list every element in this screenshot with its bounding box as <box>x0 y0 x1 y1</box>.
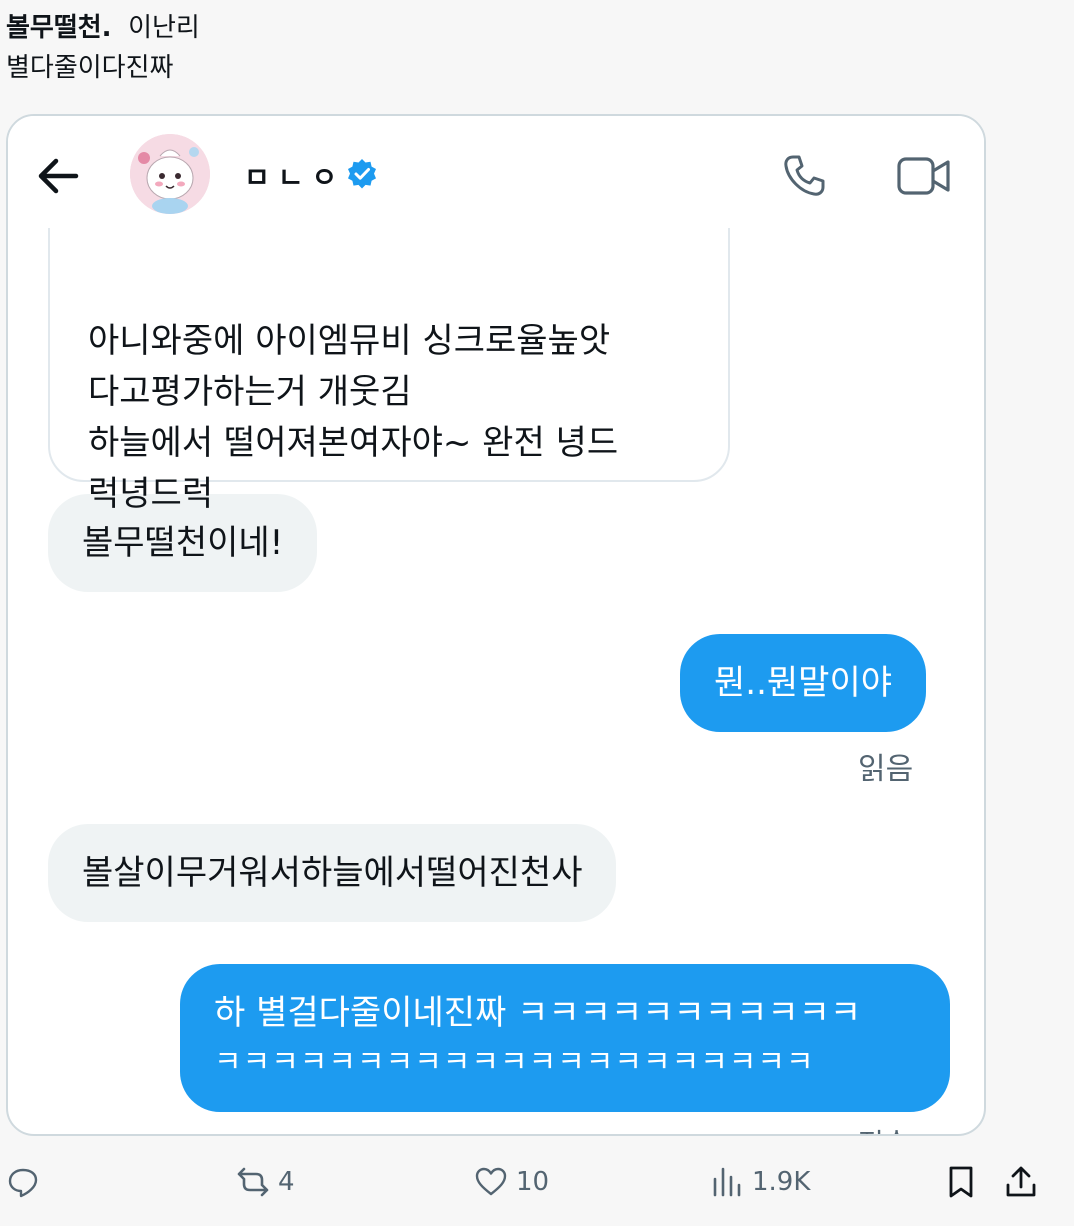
video-call-button[interactable] <box>894 150 954 202</box>
outgoing-message-bubble[interactable]: 뭔..뭔말이야 <box>680 634 927 732</box>
read-receipt: 읽음 <box>858 752 914 787</box>
reply-button[interactable] <box>6 1156 48 1208</box>
tweet-line1-rest: 이난리 <box>128 13 200 43</box>
outgoing-message-bubble[interactable]: 하 별걸다줄이네진짜 ㅋㅋㅋㅋㅋㅋㅋㅋㅋㅋㅋ ㅋㅋㅋㅋㅋㅋㅋㅋㅋㅋㅋㅋㅋㅋㅋㅋㅋ… <box>180 964 950 1112</box>
phone-icon <box>784 155 825 196</box>
views-button[interactable]: 1.9K <box>710 1156 810 1208</box>
avatar-character-icon <box>130 134 210 214</box>
bookmark-button[interactable] <box>944 1156 978 1208</box>
heart-icon <box>475 1167 507 1196</box>
tweet-line-2: 별다줄이다진짜 <box>6 53 174 83</box>
incoming-message-bubble[interactable]: 볼살이무거워서하늘에서떨어진천사 <box>48 824 617 922</box>
back-button[interactable] <box>34 152 82 200</box>
video-icon <box>897 157 950 195</box>
quoted-line: 아니와중에 아이엠뮤비 싱크로율높앗 <box>88 321 611 361</box>
quoted-line: 럭녕드럭 <box>88 474 214 514</box>
views-count: 1.9K <box>752 1167 811 1197</box>
like-count: 10 <box>516 1167 550 1197</box>
quoted-line: 다고평가하는거 개웃김 <box>88 372 412 412</box>
tweet-line-1: 볼무떨천. 이난리 <box>6 8 200 48</box>
reply-icon <box>8 1168 38 1198</box>
message-line: ㅋㅋㅋㅋㅋㅋㅋㅋㅋㅋㅋㅋㅋㅋㅋㅋㅋㅋㅋㅋㅋ <box>214 1045 815 1080</box>
back-arrow-icon <box>38 158 79 194</box>
quoted-line: 하늘에서 떨어져본여자야~ 완전 녕드 <box>88 423 619 463</box>
avatar[interactable] <box>130 134 210 214</box>
analytics-icon <box>713 1167 741 1197</box>
share-icon <box>1006 1166 1036 1197</box>
sent-receipt: 전송 <box>858 1122 910 1134</box>
tweet-bold-text: 볼무떨천. <box>6 13 112 43</box>
retweet-icon <box>237 1167 269 1197</box>
tweet-action-bar: 4 10 1.9K <box>0 1156 1074 1208</box>
retweet-count: 4 <box>278 1167 295 1197</box>
dm-header: ㅁㄴㅇ <box>8 116 984 228</box>
verified-badge-icon <box>348 159 376 189</box>
message-line: 하 별걸다줄이네진짜 ㅋㅋㅋㅋㅋㅋㅋㅋㅋㅋㅋ <box>214 993 862 1033</box>
contact-name[interactable]: ㅁㄴㅇ <box>244 156 345 196</box>
share-button[interactable] <box>1004 1156 1038 1208</box>
tweet-text: 볼무떨천. 이난리 별다줄이다진짜 <box>6 8 200 88</box>
retweet-button[interactable]: 4 <box>236 1156 295 1208</box>
bookmark-icon <box>949 1166 973 1198</box>
tweet-media-screenshot[interactable]: ㅁㄴㅇ 아니와중에 아이엠뮤비 싱크로율높앗 다고평가하는거 개웃김 하늘에서 … <box>6 114 986 1136</box>
like-button[interactable]: 10 <box>474 1156 549 1208</box>
voice-call-button[interactable] <box>778 150 830 202</box>
